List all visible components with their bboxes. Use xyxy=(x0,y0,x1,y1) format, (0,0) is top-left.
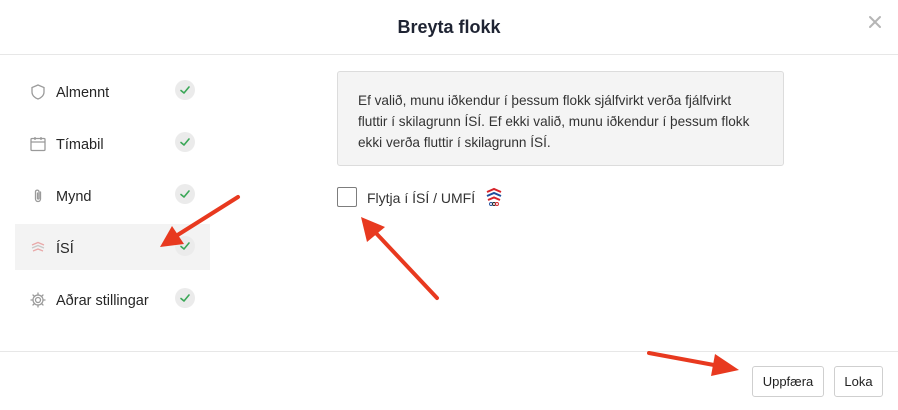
sidebar-item-adrar-stillingar[interactable]: Aðrar stillingar xyxy=(15,276,210,322)
sidebar-item-label: Tímabil xyxy=(56,137,104,153)
sidebar-item-almennt[interactable]: Almennt xyxy=(15,68,210,114)
info-box: Ef valið, munu iðkendur í þessum flokk s… xyxy=(337,71,784,166)
check-icon xyxy=(175,132,195,152)
sidebar-item-label: Almennt xyxy=(56,85,110,101)
gear-icon xyxy=(29,291,47,309)
modal-header: Breyta flokk xyxy=(0,0,898,55)
annotation-arrow-checkbox xyxy=(361,217,439,300)
paperclip-icon xyxy=(29,187,47,205)
sidebar-item-label: ÍSÍ xyxy=(56,241,74,257)
check-icon xyxy=(175,236,195,256)
isi-transfer-label: Flytja í ÍSÍ / UMFÍ xyxy=(367,190,476,206)
close-icon[interactable] xyxy=(867,14,883,30)
sidebar: Almennt Tímabil Mynd ÍSÍ Aðrar stillinga… xyxy=(15,68,210,328)
annotation-arrow-update xyxy=(647,351,739,376)
check-icon xyxy=(175,288,195,308)
shield-icon xyxy=(29,83,47,101)
info-text: Ef valið, munu iðkendur í þessum flokk s… xyxy=(358,93,750,150)
sidebar-item-isi[interactable]: ÍSÍ xyxy=(15,224,210,270)
calendar-icon xyxy=(29,135,47,153)
sidebar-item-timabil[interactable]: Tímabil xyxy=(15,120,210,166)
update-button[interactable]: Uppfæra xyxy=(752,366,824,397)
isi-logo-icon xyxy=(484,186,504,208)
check-icon xyxy=(175,80,195,100)
isi-logo-icon xyxy=(29,239,47,257)
sidebar-item-label: Mynd xyxy=(56,189,92,205)
sidebar-item-mynd[interactable]: Mynd xyxy=(15,172,210,218)
isi-transfer-checkbox[interactable] xyxy=(337,187,357,207)
footer-divider xyxy=(0,351,898,352)
check-icon xyxy=(175,184,195,204)
close-button[interactable]: Loka xyxy=(834,366,883,397)
modal-title: Breyta flokk xyxy=(397,17,501,37)
sidebar-item-label: Aðrar stillingar xyxy=(56,293,149,309)
